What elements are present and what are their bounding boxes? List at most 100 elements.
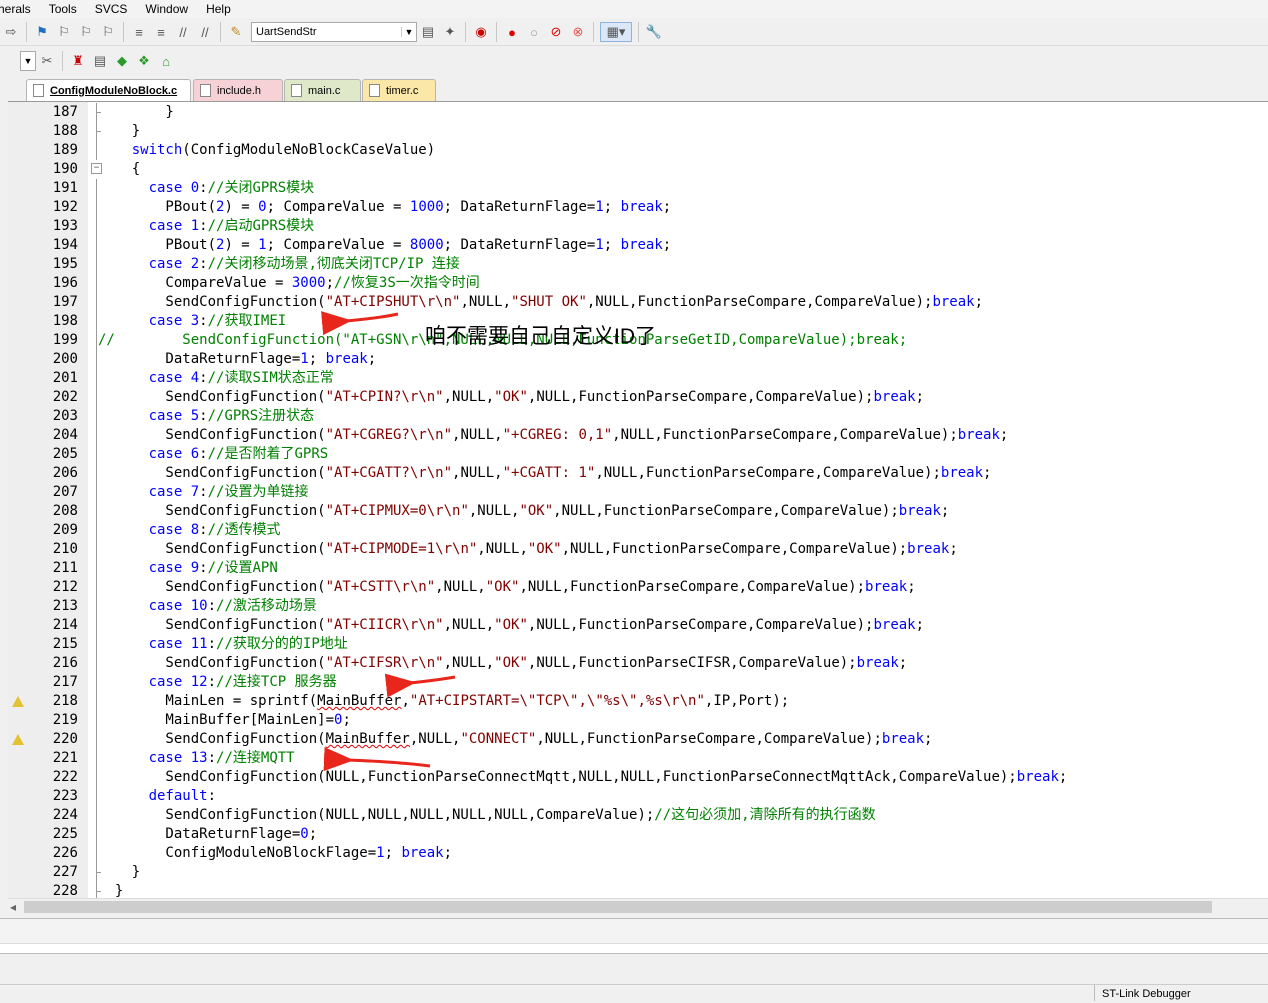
warning-icon[interactable] — [12, 696, 24, 707]
line-number: 221 — [52, 750, 78, 766]
line-number: 214 — [52, 617, 78, 633]
code-line[interactable]: 218 MainLen = sprintf(MainBuffer,"AT+CIP… — [8, 692, 1268, 711]
pack-installer-icon[interactable]: ❖ — [135, 52, 153, 70]
manage-components-icon[interactable]: ♜ — [69, 52, 87, 70]
comment-icon[interactable]: // — [174, 23, 192, 41]
code-line[interactable]: 202 SendConfigFunction("AT+CPIN?\r\n",NU… — [8, 388, 1268, 407]
code-line[interactable]: 194 PBout(2) = 1; CompareValue = 8000; D… — [8, 236, 1268, 255]
next-bookmark-icon[interactable]: ⚐ — [77, 23, 95, 41]
kill-all-breakpoints-icon[interactable]: ⊗ — [569, 23, 587, 41]
horizontal-scrollbar[interactable]: ◂ — [8, 898, 1268, 916]
code-line[interactable]: 228 } — [8, 882, 1268, 899]
select-packs-icon[interactable]: ▤ — [91, 52, 109, 70]
software-pack-icon[interactable]: ⌂ — [157, 52, 175, 70]
tab-configmodulenoblock[interactable]: ConfigModuleNoBlock.c — [26, 79, 191, 101]
target-options-icon[interactable]: ✂ — [38, 52, 56, 70]
tab-timer-c[interactable]: timer.c — [362, 79, 436, 101]
code-line[interactable]: 195 case 2://关闭移动场景,彻底关闭TCP/IP 连接 — [8, 255, 1268, 274]
code-token: ; — [915, 389, 925, 405]
code-line[interactable]: 222 SendConfigFunction(NULL,FunctionPars… — [8, 768, 1268, 787]
line-number: 211 — [52, 560, 78, 576]
code-text: SendConfigFunction("AT+CPIN?\r\n",NULL,"… — [98, 388, 924, 407]
incremental-find-icon[interactable]: ✦ — [441, 23, 459, 41]
code-line[interactable]: 193 case 1://启动GPRS模块 — [8, 217, 1268, 236]
code-token: 10 — [190, 598, 208, 614]
breakpoint-icon[interactable]: ● — [503, 23, 521, 41]
indent-icon[interactable]: ≡ — [130, 23, 148, 41]
fold-guide — [96, 844, 97, 863]
fold-guide — [96, 597, 97, 616]
code-line[interactable]: 224 SendConfigFunction(NULL,NULL,NULL,NU… — [8, 806, 1268, 825]
code-line[interactable]: 223 default: — [8, 787, 1268, 806]
window-layout-icon[interactable]: ▦▾ — [600, 22, 632, 42]
debug-session-icon[interactable]: ◉ — [472, 23, 490, 41]
code-line[interactable]: 197 SendConfigFunction("AT+CIPSHUT\r\n",… — [8, 293, 1268, 312]
code-line[interactable]: 206 SendConfigFunction("AT+CGATT?\r\n",N… — [8, 464, 1268, 483]
menu-tools[interactable]: Tools — [49, 2, 77, 16]
code-line[interactable]: 196 CompareValue = 3000;//恢复3S一次指令时间 — [8, 274, 1268, 293]
code-line[interactable]: 188 } — [8, 122, 1268, 141]
menu-svcs[interactable]: SVCS — [95, 2, 128, 16]
line-number: 207 — [52, 484, 78, 500]
warning-icon[interactable] — [12, 734, 24, 745]
code-line[interactable]: 213 case 10://激活移动场景 — [8, 597, 1268, 616]
code-line[interactable]: 208 SendConfigFunction("AT+CIPMUX=0\r\n"… — [8, 502, 1268, 521]
code-line[interactable]: 215 case 11://获取分的的IP地址 — [8, 635, 1268, 654]
code-line[interactable]: 189 switch(ConfigModuleNoBlockCaseValue) — [8, 141, 1268, 160]
code-line[interactable]: 211 case 9://设置APN — [8, 559, 1268, 578]
code-line[interactable]: 217 case 12://连接TCP 服务器 — [8, 673, 1268, 692]
disable-breakpoint-icon[interactable]: ○ — [525, 23, 543, 41]
code-line[interactable]: 192 PBout(2) = 0; CompareValue = 1000; D… — [8, 198, 1268, 217]
code-line[interactable]: 209 case 8://透传模式 — [8, 521, 1268, 540]
scrollbar-thumb[interactable] — [24, 901, 1212, 913]
code-line[interactable]: 227 } — [8, 863, 1268, 882]
code-token: 0 — [190, 180, 200, 196]
code-line[interactable]: 205 case 6://是否附着了GPRS — [8, 445, 1268, 464]
chevron-down-icon[interactable]: ▼ — [401, 27, 416, 37]
code-token: 2 — [190, 256, 200, 272]
tab-include-h[interactable]: include.h — [193, 79, 283, 101]
kill-breakpoints-icon[interactable]: ⊘ — [547, 23, 565, 41]
unindent-icon[interactable]: ≡ — [152, 23, 170, 41]
code-line[interactable]: 203 case 5://GPRS注册状态 — [8, 407, 1268, 426]
find-combo[interactable]: UartSendStr ▼ — [251, 22, 417, 42]
code-token: break — [325, 351, 368, 367]
code-token: SendConfigFunction( — [98, 427, 326, 443]
bookmark-icon[interactable]: ⚑ — [33, 23, 51, 41]
menu-window[interactable]: Window — [145, 2, 188, 16]
rte-icon[interactable]: ◆ — [113, 52, 131, 70]
code-line[interactable]: 225 DataReturnFlage=0; — [8, 825, 1268, 844]
code-line[interactable]: 210 SendConfigFunction("AT+CIPMODE=1\r\n… — [8, 540, 1268, 559]
uncomment-icon[interactable]: // — [196, 23, 214, 41]
code-line[interactable]: 200 DataReturnFlage=1; break; — [8, 350, 1268, 369]
code-line[interactable]: 212 SendConfigFunction("AT+CSTT\r\n",NUL… — [8, 578, 1268, 597]
code-line[interactable]: 214 SendConfigFunction("AT+CIICR\r\n",NU… — [8, 616, 1268, 635]
find-in-files-icon[interactable]: ✎ — [227, 23, 245, 41]
scroll-left-icon[interactable]: ◂ — [10, 900, 16, 914]
find-icon[interactable]: ▤ — [419, 23, 437, 41]
code-line[interactable]: 191 case 0://关闭GPRS模块 — [8, 179, 1268, 198]
forward-icon[interactable]: ⇨ — [2, 23, 20, 41]
code-line[interactable]: 216 SendConfigFunction("AT+CIFSR\r\n",NU… — [8, 654, 1268, 673]
menu-help[interactable]: Help — [206, 2, 231, 16]
tab-main-c[interactable]: main.c — [284, 79, 361, 101]
code-line[interactable]: 187 } — [8, 103, 1268, 122]
clear-bookmarks-icon[interactable]: ⚐ — [99, 23, 117, 41]
code-token: break — [620, 237, 663, 253]
code-line[interactable]: 201 case 4://读取SIM状态正常 — [8, 369, 1268, 388]
code-token: 8 — [190, 522, 200, 538]
menu-peripherals[interactable]: herals — [0, 2, 31, 16]
target-select[interactable]: ▼ — [20, 51, 36, 71]
code-line[interactable]: 219 MainBuffer[MainLen]=0; — [8, 711, 1268, 730]
code-line[interactable]: 204 SendConfigFunction("AT+CGREG?\r\n",N… — [8, 426, 1268, 445]
code-line[interactable]: 220 SendConfigFunction(MainBuffer,NULL,"… — [8, 730, 1268, 749]
prev-bookmark-icon[interactable]: ⚐ — [55, 23, 73, 41]
code-token: 13 — [190, 750, 208, 766]
code-line[interactable]: 207 case 7://设置为单链接 — [8, 483, 1268, 502]
code-line[interactable]: 221 case 13://连接MQTT — [8, 749, 1268, 768]
code-line[interactable]: 226 ConfigModuleNoBlockFlage=1; break; — [8, 844, 1268, 863]
code-editor[interactable]: 187 } 188 } 189 switch(ConfigModuleNoBlock… — [8, 101, 1268, 899]
code-line[interactable]: 190− { — [8, 160, 1268, 179]
configure-icon[interactable]: 🔧 — [645, 23, 663, 41]
